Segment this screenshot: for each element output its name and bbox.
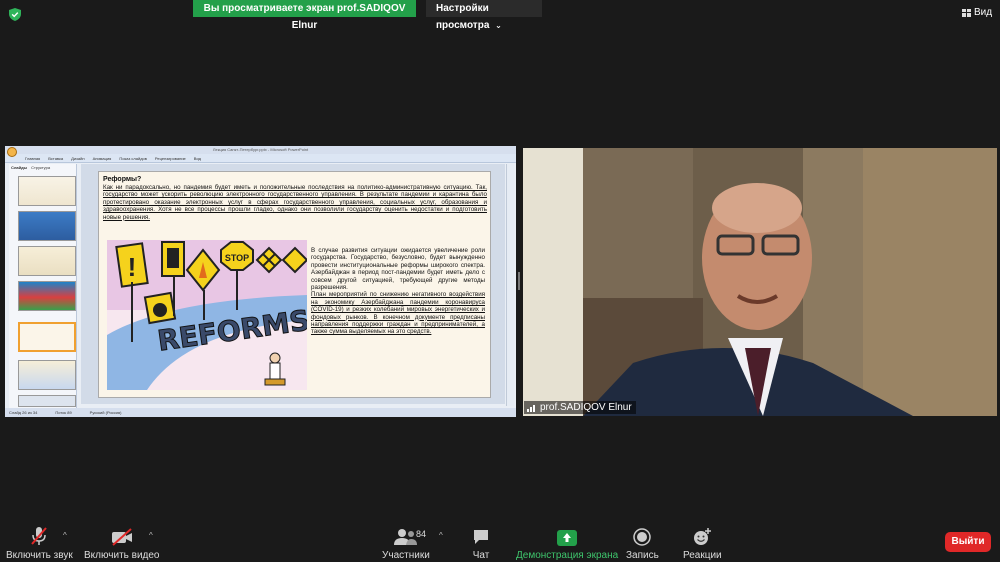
participant-name-tag: prof.SADIQOV Elnur [524, 401, 636, 414]
share-screen-icon [557, 530, 578, 546]
office-button-icon [7, 147, 17, 157]
slides-panel: Слайды Структура [9, 164, 77, 408]
participants-options-caret-icon[interactable]: ^ [439, 531, 443, 540]
unmute-label: Включить звук [6, 550, 73, 561]
shared-screen: Лекция Санкт-Петербург.pptx - Microsoft … [5, 146, 516, 417]
participants-count: 84 [416, 529, 427, 539]
slides-panel-tabs: Слайды Структура [9, 164, 76, 171]
status-language: Русский (Россия) [89, 410, 122, 415]
slide-thumbnail [18, 395, 76, 407]
ribbon-tab: Показ слайдов [119, 155, 147, 161]
signal-strength-icon [527, 404, 535, 412]
ribbon-tab: Вставка [48, 155, 64, 161]
slide-thumbnail [18, 176, 76, 206]
svg-text:!: ! [128, 252, 137, 282]
window-title: Лекция Санкт-Петербург.pptx - Microsoft … [5, 146, 516, 154]
view-button[interactable]: Вид [962, 7, 992, 18]
split-view-divider[interactable] [518, 272, 520, 290]
smiley-add-icon [694, 528, 712, 545]
participant-name: prof.SADIQOV Elnur [540, 402, 632, 413]
slide-body-text: В случае развития ситуации ожидается уве… [311, 247, 485, 336]
reactions-label: Реакции [683, 550, 722, 561]
grid-view-icon [962, 8, 971, 17]
record-button[interactable]: Запись [626, 526, 659, 561]
view-options-menu[interactable]: Настройки просмотра ⌄ [426, 0, 542, 31]
record-label: Запись [626, 550, 659, 561]
ribbon-tab: Главная [25, 155, 41, 161]
video-camera-off-icon [111, 528, 132, 546]
side-tab-slides: Слайды [11, 165, 28, 170]
current-slide: Реформы? Как ни парадоксально, но пандем… [98, 171, 491, 398]
chat-bubble-icon [474, 530, 488, 544]
ribbon-tab: Анимация [92, 155, 112, 161]
participants-icon [393, 529, 417, 545]
slide-thumbnail [18, 281, 76, 311]
screen-share-banner: Вы просматриваете экран prof.SADIQOV Eln… [193, 0, 416, 31]
participants-label: Участники [382, 550, 430, 561]
view-options-label: Настройки просмотра [436, 3, 490, 31]
microphone-muted-icon [31, 527, 48, 545]
record-icon [633, 528, 652, 546]
zoom-meeting-window: Вы просматриваете экран prof.SADIQOV Eln… [0, 0, 1000, 562]
slide-body-paragraph: В случае развития ситуации ожидается уве… [311, 247, 485, 292]
video-options-caret-icon[interactable]: ^ [149, 531, 153, 540]
chat-button[interactable]: Чат [472, 526, 490, 561]
chevron-down-icon: ⌄ [495, 21, 502, 30]
slide-thumbnail [18, 246, 76, 276]
slide-intro-text: Как ни парадоксально, но пандемия будет … [103, 184, 487, 221]
ribbon-tabs: Главная Вставка Дизайн Анимация Показ сл… [5, 154, 516, 163]
powerpoint-status-bar: Слайд 26 из 34 Поток 89 Русский (Россия) [5, 408, 516, 417]
slide-thumbnail [18, 211, 76, 241]
view-label: Вид [974, 7, 993, 18]
ribbon-tab: Рецензирование [154, 155, 186, 161]
reforms-illustration: ! STOP REFORMS [107, 240, 307, 390]
reactions-button[interactable]: Реакции [683, 526, 722, 561]
status-slide-number: Слайд 26 из 34 [9, 410, 38, 415]
status-theme: Поток 89 [55, 410, 72, 415]
share-screen-label: Демонстрация экрана [516, 550, 619, 561]
slide-title: Реформы? [103, 176, 142, 183]
slide-body-paragraph: План мероприятий по снижению негативного… [311, 291, 485, 336]
stop-sign-text: STOP [225, 253, 249, 263]
slide-thumbnail [18, 360, 76, 390]
side-tab-outline: Структура [31, 165, 51, 170]
slide-thumbnail-selected [18, 322, 76, 352]
chat-label: Чат [472, 550, 490, 561]
share-screen-button[interactable]: Демонстрация экрана [516, 526, 618, 561]
security-shield-icon[interactable] [9, 8, 21, 21]
participant-video [523, 148, 997, 416]
ribbon-tab: Дизайн [71, 155, 85, 161]
start-video-label: Включить видео [84, 550, 160, 561]
leave-meeting-button[interactable]: Выйти [945, 532, 991, 552]
vertical-scrollbar[interactable] [506, 164, 514, 406]
ribbon-tab: Вид [193, 155, 202, 161]
slide-canvas: Реформы? Как ни парадоксально, но пандем… [81, 164, 505, 404]
audio-options-caret-icon[interactable]: ^ [63, 531, 67, 540]
